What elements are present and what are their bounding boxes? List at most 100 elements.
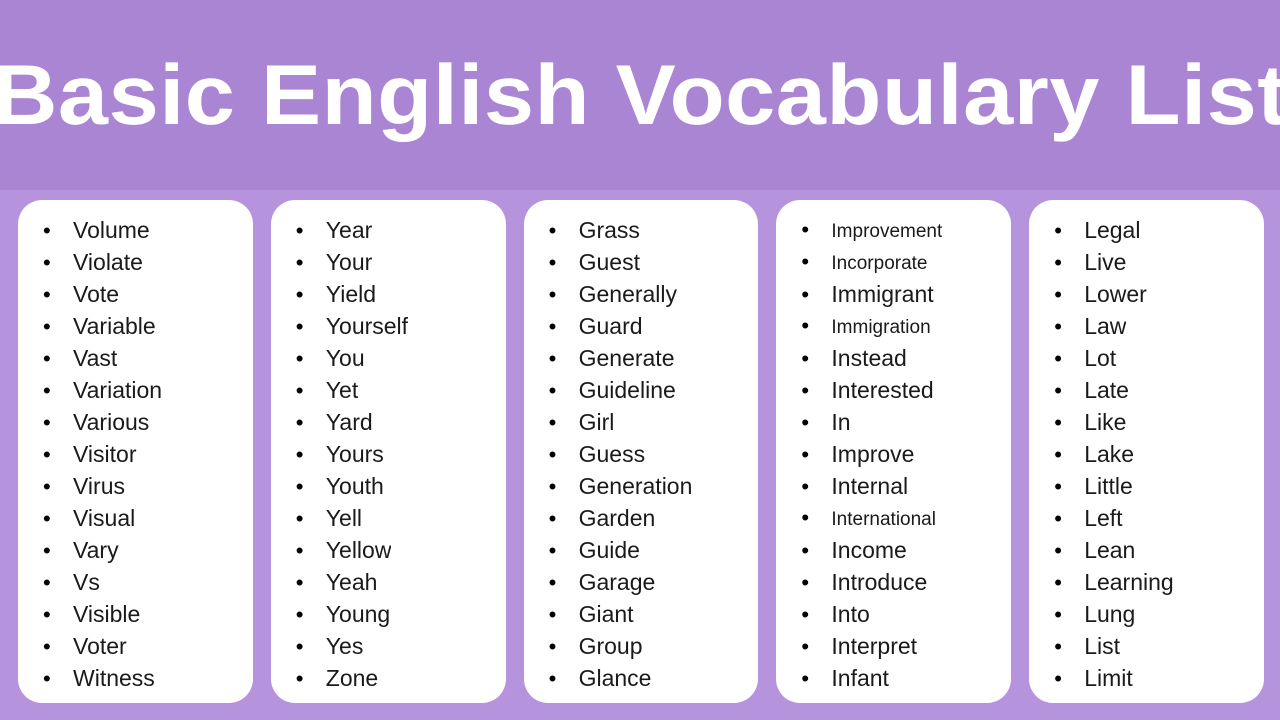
bullet-icon: •	[548, 314, 557, 339]
bullet-icon: •	[43, 282, 51, 307]
bullet-icon: •	[43, 378, 51, 403]
vocabulary-word: Voter	[73, 633, 127, 659]
list-item: • Vs	[18, 566, 253, 598]
vocab-list: • Grass • Guest • Generally • Guard • Generate • Gu…	[524, 214, 759, 694]
vocabulary-word: Limit	[1084, 665, 1133, 691]
bullet-icon: •	[548, 410, 557, 435]
vocabulary-word: Group	[578, 633, 643, 659]
bullet-icon: •	[43, 346, 51, 371]
bullet-icon: •	[801, 410, 810, 435]
bullet-icon: •	[43, 314, 51, 339]
bullet-icon: •	[801, 378, 810, 403]
vocabulary-word: Guard	[578, 313, 643, 339]
list-item: • Guess	[524, 438, 759, 470]
vocabulary-word: Immigrant	[831, 281, 934, 307]
bullet-icon: •	[1054, 442, 1062, 467]
vocabulary-word: Internal	[831, 473, 909, 499]
list-item: • In	[776, 406, 1011, 438]
vocabulary-word: Vs	[73, 569, 100, 595]
vocabulary-word: Giant	[578, 601, 634, 627]
list-item: • Law	[1029, 310, 1264, 342]
vocabulary-word: Learning	[1084, 569, 1174, 595]
list-item: • You	[271, 342, 506, 374]
list-item: • Various	[18, 406, 253, 438]
vocabulary-word: Violate	[73, 249, 143, 275]
list-item: • Your	[271, 246, 506, 278]
bullet-icon: •	[295, 282, 304, 307]
vocabulary-word: Witness	[73, 665, 155, 691]
vocabulary-word: List	[1084, 633, 1120, 659]
list-item: • Incorporate	[776, 246, 1011, 278]
list-item: • Lung	[1029, 598, 1264, 630]
vocabulary-word: Lean	[1084, 537, 1136, 563]
list-item: • Violate	[18, 246, 253, 278]
bullet-icon: •	[548, 506, 557, 531]
bullet-icon: •	[43, 634, 51, 659]
bullet-icon: •	[801, 634, 810, 659]
list-item: • Zone	[271, 662, 506, 694]
column-l-words: • Legal • Live • Lower • Law • Lot • Late • Like • Lake…	[1029, 200, 1264, 703]
vocabulary-word: Infant	[831, 665, 889, 691]
list-item: • Limit	[1029, 662, 1264, 694]
vocabulary-word: Immigration	[831, 317, 931, 338]
vocabulary-word: Interested	[831, 377, 934, 403]
vocabulary-word: Youth	[325, 473, 384, 499]
vocabulary-word: Grass	[578, 217, 640, 243]
bullet-icon: •	[1054, 570, 1062, 595]
vocabulary-word: Incorporate	[831, 253, 928, 274]
list-item: • Yell	[271, 502, 506, 534]
list-item: • Lower	[1029, 278, 1264, 310]
list-item: • Virus	[18, 470, 253, 502]
list-item: • Yield	[271, 278, 506, 310]
bullet-icon: •	[801, 538, 810, 563]
vocabulary-word: Introduce	[831, 569, 928, 595]
list-item: • Giant	[524, 598, 759, 630]
vocabulary-word: Live	[1084, 249, 1127, 275]
vocabulary-word: Lung	[1084, 601, 1136, 627]
list-item: • Introduce	[776, 566, 1011, 598]
column-y-words: • Year • Your • Yield • Yourself • You • Yet • Yard • Y…	[270, 200, 506, 703]
vocabulary-word: International	[831, 509, 936, 530]
list-item: • Improve	[776, 438, 1011, 470]
list-item: • Yes	[271, 630, 506, 662]
bullet-icon: •	[801, 474, 810, 499]
vocabulary-word: Girl	[578, 409, 615, 435]
vocabulary-columns: • Volume • Violate • Vote • Variable • Vast • Varia…	[18, 200, 1264, 703]
list-item: • Variation	[18, 374, 253, 406]
list-item: • Yet	[271, 374, 506, 406]
vocabulary-word: Interpret	[831, 633, 918, 659]
vocabulary-word: Yeah	[325, 569, 378, 595]
bullet-icon: •	[43, 410, 51, 435]
list-item: • Legal	[1029, 214, 1264, 246]
bullet-icon: •	[801, 570, 810, 595]
vocabulary-word: Yourself	[325, 313, 409, 339]
bullet-icon: •	[548, 442, 557, 467]
vocabulary-word: Like	[1084, 409, 1127, 435]
list-item: • Variable	[18, 310, 253, 342]
vocabulary-word: Law	[1084, 313, 1127, 339]
vocabulary-word: Visual	[73, 505, 136, 531]
bullet-icon: •	[548, 634, 557, 659]
vocab-list: • Volume • Violate • Vote • Variable • Vast • Varia…	[18, 214, 253, 694]
vocabulary-word: Visitor	[73, 441, 137, 467]
bullet-icon: •	[295, 634, 304, 659]
bullet-icon: •	[43, 506, 51, 531]
vocabulary-word: Lower	[1084, 281, 1147, 307]
list-item: • List	[1029, 630, 1264, 662]
bullet-icon: •	[1054, 538, 1062, 563]
bullet-icon: •	[801, 217, 810, 242]
list-item: • Voter	[18, 630, 253, 662]
vocabulary-word: Income	[831, 537, 907, 563]
list-item: • Income	[776, 534, 1011, 566]
list-item: • Visitor	[18, 438, 253, 470]
vocabulary-word: Yours	[325, 441, 384, 467]
vocabulary-word: Vote	[73, 281, 120, 307]
bullet-icon: •	[295, 506, 304, 531]
list-item: • Vote	[18, 278, 253, 310]
column-i-words: • Improvement • Incorporate • Immigrant • Immig…	[776, 200, 1012, 703]
list-item: • Into	[776, 598, 1011, 630]
list-item: • Volume	[18, 214, 253, 246]
list-item: • Vary	[18, 534, 253, 566]
list-item: • Immigration	[776, 310, 1011, 342]
list-item: • Improvement	[776, 214, 1011, 246]
